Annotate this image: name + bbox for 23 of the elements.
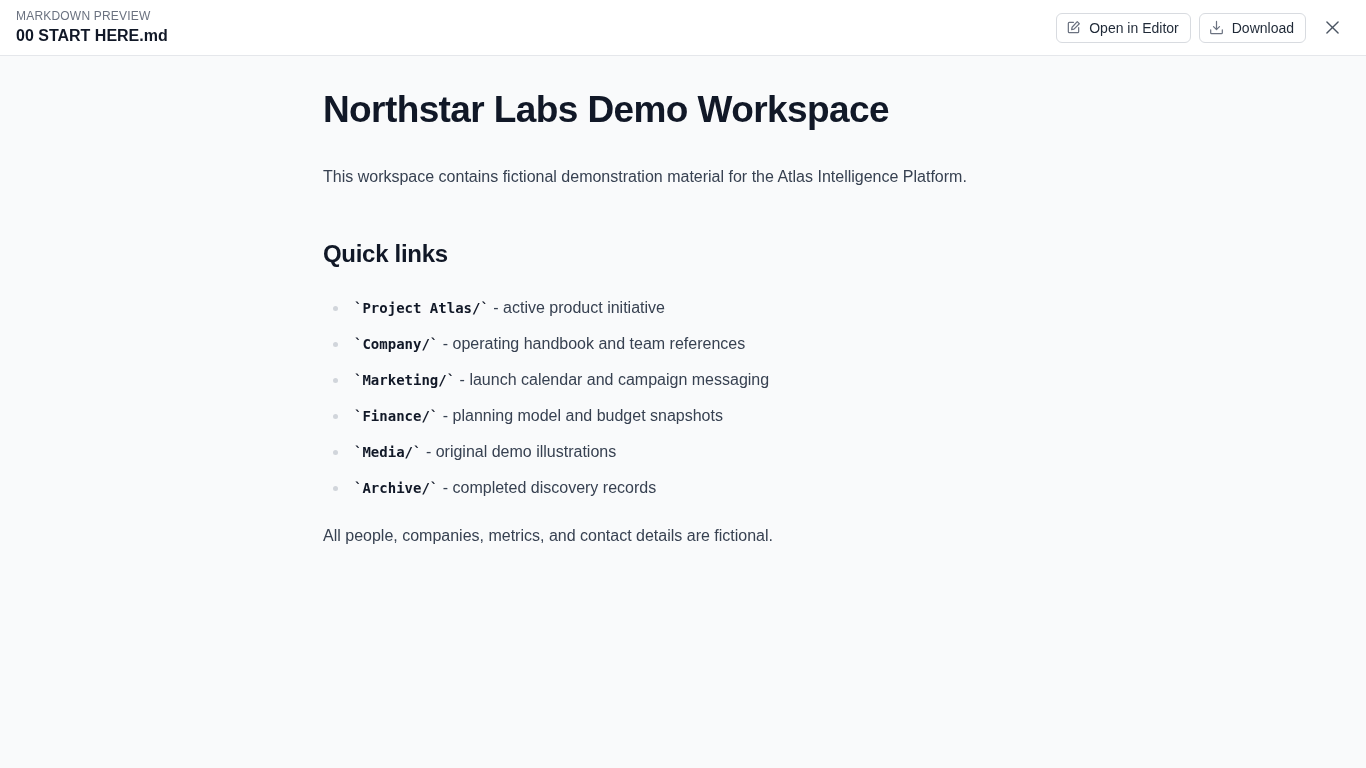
list-item-text: `Archive/` - completed discovery records [354,478,657,498]
preview-label: MARKDOWN PREVIEW [16,9,152,23]
list-item-text: `Project Atlas/` - active product initiative [354,298,665,318]
bullet-icon [333,413,338,419]
section-heading: Quick links [323,239,449,269]
bullet-icon [333,485,338,491]
list-item-text: `Media/` - original demo illustrations [354,442,617,462]
download-button[interactable]: Download [1198,12,1306,43]
list-item-text: `Finance/` - planning model and budget snapshots [354,406,723,426]
list-item-text: `Marketing/` - launch calendar and campaign messaging [354,370,770,390]
file-title: 00 START HERE.md [16,26,169,46]
document-title: Northstar Labs Demo Workspace [323,88,890,132]
list-item-text: `Company/` - operating handbook and team references [354,334,746,354]
bullet-icon [333,341,338,347]
edit-icon [1066,20,1082,35]
note-paragraph: All people, companies, metrics, and contact details are fictional. [323,526,774,546]
intro-paragraph: This workspace contains fictional demonstration material for the Atlas Intelligence Platform. [323,167,968,187]
bullet-icon [333,449,338,455]
download-icon [1208,20,1224,35]
bullet-icon [333,305,338,311]
bullet-icon [333,377,338,383]
close-icon[interactable] [1326,21,1339,34]
open-editor-button[interactable]: Open in Editor [1056,12,1191,43]
